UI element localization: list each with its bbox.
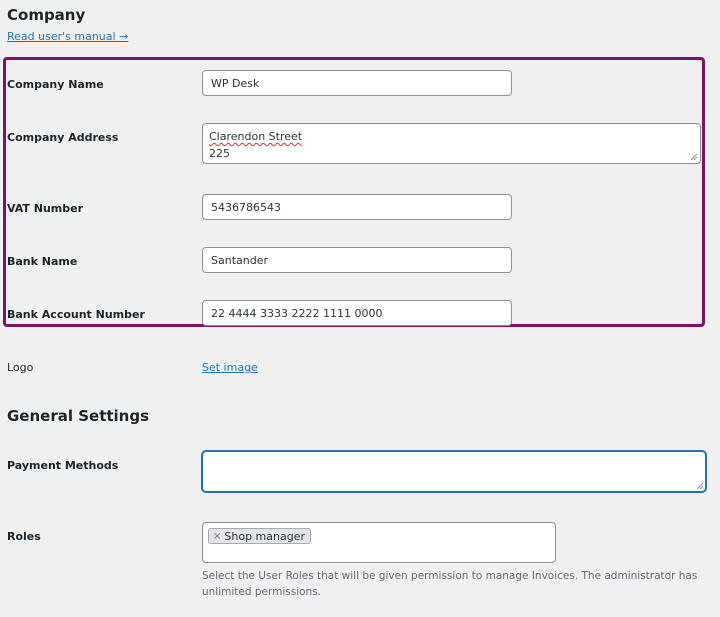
address-line-2: 225 (209, 147, 230, 160)
address-line-1: Clarendon Street (209, 130, 303, 143)
roles-multiselect[interactable]: × Shop manager (202, 522, 556, 563)
company-address-label: Company Address (7, 131, 119, 144)
roles-description: Select the User Roles that will be given… (202, 570, 698, 598)
resize-grip-icon[interactable] (696, 482, 704, 490)
company-name-input[interactable]: WP Desk (202, 70, 512, 96)
vat-number-label: VAT Number (7, 202, 84, 215)
logo-label: Logo (7, 361, 34, 374)
bank-name-input[interactable]: Santander (202, 247, 512, 273)
general-settings-title: General Settings (7, 407, 150, 425)
company-name-label: Company Name (7, 78, 104, 91)
payment-methods-textarea[interactable] (202, 451, 706, 492)
bank-name-label: Bank Name (7, 255, 78, 268)
set-image-link[interactable]: Set image (202, 362, 258, 373)
role-token: × Shop manager (208, 528, 311, 544)
resize-grip-icon[interactable] (690, 153, 698, 161)
role-token-label: Shop manager (224, 529, 305, 543)
company-section-title: Company (7, 6, 86, 24)
bank-account-label: Bank Account Number (7, 308, 145, 321)
company-address-textarea[interactable]: Clarendon Street 225 (202, 123, 701, 164)
highlight-frame (3, 57, 705, 327)
read-manual-link[interactable]: Read user's manual → (7, 31, 128, 42)
remove-token-icon[interactable]: × (213, 528, 221, 545)
payment-methods-label: Payment Methods (7, 459, 119, 472)
roles-label: Roles (7, 530, 41, 543)
vat-number-input[interactable]: 5436786543 (202, 194, 512, 220)
bank-account-input[interactable]: 22 4444 3333 2222 1111 0000 (202, 300, 512, 326)
